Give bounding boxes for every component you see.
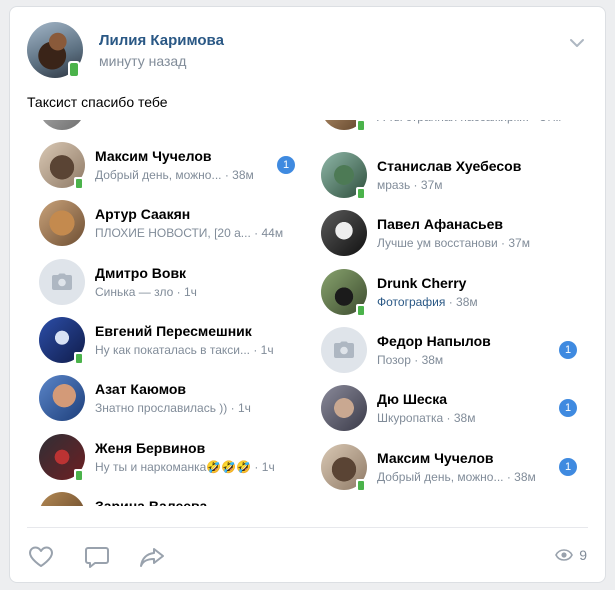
- unread-badge: 1: [559, 340, 577, 359]
- chat-time: 37м: [508, 236, 530, 251]
- divider: [27, 527, 588, 528]
- chat-last-message: Ну как покаталась в такси... · 1ч: [95, 342, 274, 357]
- chat-name: Максим Чучелов: [377, 449, 494, 466]
- mobile-online-icon: [74, 468, 84, 482]
- chat-name: Станислав Хуебесов: [377, 158, 522, 174]
- chat-last-message: ПЛОХИЕ НОВОСТИ, [20 а... · 44м: [95, 226, 284, 241]
- chat-name: Дмитро Вовк: [95, 264, 187, 281]
- chat-row[interactable]: Зарина Валеева: [27, 484, 307, 506]
- chat-row[interactable]: Женя Бервинов Ну ты и наркоманка🤣🤣🤣 · 1ч: [27, 426, 307, 484]
- chat-name: Павел Афанасьев: [377, 216, 504, 233]
- chevron-down-icon[interactable]: [569, 35, 585, 51]
- chat-name: Максим Чучелов: [95, 148, 212, 164]
- chat-name: Drunk Cherry: [377, 274, 467, 291]
- chat-last-message: Лучше ум восстанови · 37м: [377, 236, 530, 251]
- chat-name: Азат Каюмов: [95, 381, 187, 398]
- chat-last-message: Добрый день, можно... · 38м: [377, 469, 536, 484]
- chat-row[interactable]: Станислав Хуебесов мразь · 37м: [309, 144, 589, 202]
- chat-avatar: [321, 385, 367, 432]
- chat-last-message: Ну ты и наркоманка🤣🤣🤣 · 1ч: [95, 459, 275, 474]
- author-name[interactable]: Лилия Каримова: [99, 32, 224, 49]
- chat-avatar: [39, 375, 85, 422]
- chat-row[interactable]: Федор Напылов Позор · 38м 1: [309, 319, 589, 377]
- unread-badge: 1: [277, 156, 295, 174]
- chat-row[interactable]: Максим Чучелов Добрый день, можно... · 38…: [309, 436, 589, 494]
- mobile-online-icon: [356, 478, 366, 492]
- eye-icon: [555, 549, 574, 561]
- chat-row[interactable]: Максим Чучелов Добрый день, можно... · 38…: [27, 134, 307, 192]
- comment-icon[interactable]: [83, 545, 111, 569]
- post-card: Лилия Каримова минуту назад Таксист спас…: [9, 6, 606, 583]
- chat-last-message: Добрый день, можно... · 38м: [95, 168, 254, 182]
- chat-name: Зарина Валеева: [95, 497, 208, 506]
- chat-avatar: [321, 326, 367, 373]
- chat-last-message: Шкуропатка · 38м: [377, 411, 476, 426]
- chat-last-message: Синька — зло · 1ч: [95, 284, 197, 299]
- views-counter: 9: [555, 547, 587, 563]
- chat-time: 38м: [514, 469, 536, 484]
- unread-badge: 1: [559, 399, 577, 418]
- mobile-online-icon: [356, 303, 366, 317]
- chat-row[interactable]: Артур Саакян ПЛОХИЕ НОВОСТИ, [20 а... · 4…: [27, 192, 307, 250]
- chat-name: Евгений Пересмешник: [95, 322, 252, 339]
- chat-time: 38м: [232, 168, 254, 182]
- chat-last-message: Фотография · 38м: [377, 294, 478, 309]
- post-text: Таксист спасибо тебе: [27, 94, 168, 110]
- chat-avatar: [39, 120, 85, 130]
- chat-last-message: Позор · 38м: [377, 352, 444, 367]
- chat-last-message: А ты странная пассажирк... · 37м: [377, 120, 561, 124]
- chat-last-message: мразь · 37м: [377, 178, 443, 192]
- unread-badge: 1: [559, 457, 577, 476]
- chat-row[interactable]: Евгений Пересмешник Ну как покаталась в т…: [27, 309, 307, 367]
- chat-last-message: Знатно прославилась )) · 1ч: [95, 401, 251, 416]
- chat-time: 44м: [261, 226, 284, 241]
- chat-row[interactable]: Азат Каюмов Знатно прославилась )) · 1ч: [27, 367, 307, 425]
- chat-avatar: [39, 258, 85, 305]
- chat-time: 37м: [420, 178, 443, 192]
- chat-name: Женя Бервинов: [95, 439, 206, 456]
- chat-row[interactable]: Дю Шеска Шкуропатка · 38м 1: [309, 377, 589, 435]
- chat-row-partial[interactable]: [27, 120, 307, 134]
- camera-icon: [334, 341, 354, 358]
- post-time[interactable]: минуту назад: [99, 53, 186, 69]
- chat-row[interactable]: Дмитро Вовк Синька — зло · 1ч: [27, 251, 307, 309]
- chat-row[interactable]: Павел Афанасьев Лучше ум восстанови · 37м: [309, 202, 589, 260]
- heart-icon[interactable]: [27, 545, 55, 569]
- chat-time: 1ч: [237, 401, 251, 416]
- chat-name: Артур Саакян: [95, 206, 191, 223]
- chat-name: Федор Напылов: [377, 332, 491, 349]
- chat-time: 38м: [453, 411, 476, 426]
- chat-row[interactable]: Drunk Cherry Фотография · 38м: [309, 261, 589, 319]
- mobile-online-icon: [356, 187, 366, 200]
- chat-time: 38м: [456, 294, 478, 309]
- chat-time: 1ч: [260, 342, 274, 357]
- attached-screenshot[interactable]: Максим Чучелов Добрый день, можно... · 38…: [27, 120, 590, 506]
- views-count: 9: [579, 547, 587, 563]
- share-icon[interactable]: [138, 545, 166, 569]
- mobile-online-icon: [68, 61, 80, 78]
- chat-name: Дю Шеска: [377, 391, 448, 408]
- chat-avatar: [39, 200, 85, 247]
- chat-avatar: [321, 210, 367, 257]
- chat-row-partial[interactable]: А ты странная пассажирк... · 37м: [309, 120, 589, 134]
- chat-avatar: [39, 491, 85, 506]
- camera-icon: [52, 273, 72, 290]
- mobile-online-icon: [356, 120, 366, 132]
- chat-time: 1ч: [183, 284, 197, 299]
- chat-time: 38м: [421, 352, 444, 367]
- chat-time: 1ч: [261, 459, 275, 474]
- mobile-online-icon: [74, 351, 84, 365]
- mobile-online-icon: [74, 177, 84, 190]
